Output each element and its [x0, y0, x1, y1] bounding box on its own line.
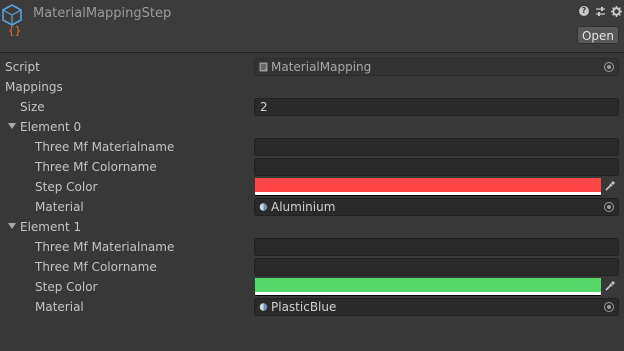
gear-icon[interactable] [610, 5, 622, 17]
script-value: MaterialMapping [271, 60, 372, 74]
material-label: Material [35, 300, 84, 314]
step-color-label: Step Color [35, 280, 98, 294]
object-picker-icon[interactable] [604, 202, 614, 212]
script-file-icon [259, 62, 268, 72]
element-1-step-color-row: Step Color [0, 277, 624, 297]
material-value: Aluminium [271, 200, 336, 214]
element-0-colorname-row: Three Mf Colorname [0, 157, 624, 177]
materialname-input[interactable] [254, 138, 619, 156]
eyedropper-icon[interactable] [604, 180, 616, 192]
inspector-header: {} MaterialMappingStep ? Open [0, 0, 624, 53]
color-fill [255, 178, 601, 192]
chevron-down-icon[interactable] [8, 223, 16, 229]
element-0-material-row: Material Aluminium [0, 197, 624, 217]
colorname-input[interactable] [254, 258, 619, 276]
eyedropper-icon[interactable] [604, 280, 616, 292]
material-sphere-icon [259, 303, 268, 311]
element-1-material-row: Material PlasticBlue [0, 297, 624, 317]
object-picker-icon[interactable] [604, 302, 614, 312]
script-label: Script [5, 60, 40, 74]
alpha-bar-background [255, 295, 601, 296]
element-0-label: Element 0 [20, 120, 82, 134]
colorname-label: Three Mf Colorname [35, 160, 157, 174]
svg-text:{}: {} [8, 24, 21, 36]
element-0-step-color-row: Step Color [0, 177, 624, 197]
size-input[interactable]: 2 [254, 98, 619, 116]
script-row: Script MaterialMapping [0, 57, 624, 77]
color-fill [255, 278, 601, 292]
size-row: Size 2 [0, 97, 624, 117]
chevron-down-icon[interactable] [8, 123, 16, 129]
element-0-foldout[interactable]: Element 0 [0, 117, 624, 137]
material-sphere-icon [259, 203, 268, 211]
size-value: 2 [260, 100, 268, 114]
mappings-row[interactable]: Mappings [0, 77, 624, 97]
element-1-label: Element 1 [20, 220, 82, 234]
script-cube-icon: {} [2, 4, 22, 36]
element-0-materialname-row: Three Mf Materialname [0, 137, 624, 157]
step-color-swatch[interactable] [255, 178, 601, 196]
component-title: MaterialMappingStep [33, 6, 172, 21]
material-label: Material [35, 200, 84, 214]
mappings-label: Mappings [5, 80, 63, 94]
material-value: PlasticBlue [271, 300, 337, 314]
materialname-label: Three Mf Materialname [35, 140, 175, 154]
script-field[interactable]: MaterialMapping [254, 58, 619, 76]
materialname-label: Three Mf Materialname [35, 240, 175, 254]
object-picker-icon[interactable] [604, 62, 614, 72]
material-field[interactable]: PlasticBlue [254, 298, 619, 316]
element-1-foldout[interactable]: Element 1 [0, 217, 624, 237]
colorname-label: Three Mf Colorname [35, 260, 157, 274]
alpha-bar-background [255, 195, 601, 196]
help-icon[interactable]: ? [578, 5, 590, 17]
preset-sliders-icon[interactable] [594, 5, 606, 17]
open-button[interactable]: Open [577, 26, 619, 44]
element-1-materialname-row: Three Mf Materialname [0, 237, 624, 257]
materialname-input[interactable] [254, 238, 619, 256]
size-label: Size [20, 100, 45, 114]
material-field[interactable]: Aluminium [254, 198, 619, 216]
step-color-label: Step Color [35, 180, 98, 194]
step-color-swatch[interactable] [255, 278, 601, 296]
colorname-input[interactable] [254, 158, 619, 176]
element-1-colorname-row: Three Mf Colorname [0, 257, 624, 277]
